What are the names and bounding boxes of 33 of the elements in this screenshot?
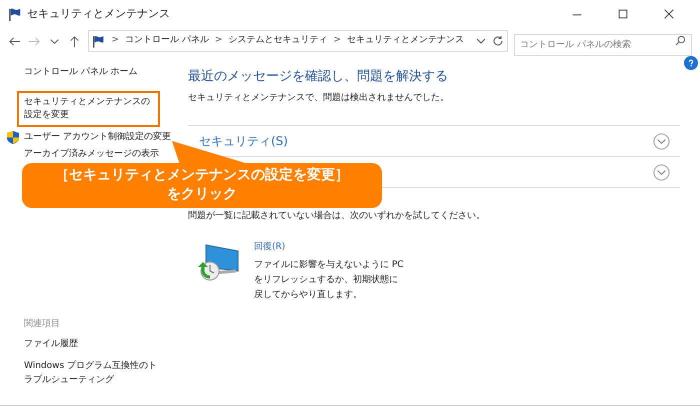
maximize-icon[interactable] [617,8,629,20]
related-link[interactable]: Windows プログラム互換性のトラブルシューティング [24,359,164,387]
breadcrumb-separator: > [214,34,222,48]
window-title: セキュリティとメンテナンス [27,6,170,22]
related-link[interactable]: ファイル履歴 [24,337,164,351]
expand-chevron-icon[interactable] [653,164,670,180]
recovery-link[interactable]: 回復(R) [254,241,286,254]
shield-icon [7,131,19,144]
flag-icon [92,34,106,48]
sidebar-link[interactable]: セキュリティとメンテナンスの設定を変更 [17,91,160,127]
expand-chevron-icon[interactable] [653,132,670,150]
breadcrumb-separator: > [112,34,120,48]
help-icon[interactable] [684,56,698,70]
sidebar-link[interactable]: コントロール パネル ホーム [24,66,138,79]
breadcrumb-separator: > [333,34,342,48]
search-field[interactable]: コントロール パネルの検索 [514,34,692,56]
close-icon[interactable] [663,8,675,20]
refresh-icon[interactable] [492,35,504,47]
section-title[interactable]: セキュリティ(S) [199,132,288,150]
sidebar-link[interactable]: アーカイブ済みメッセージの表示 [24,148,159,161]
breadcrumb[interactable]: コントロール パネル [125,34,209,48]
hint-text: 問題が一覧に記載されていない場合は、次のいずれかを試してください。 [188,210,486,223]
recovery-description: ファイルに影響を与えないように PC をリフレッシュするか、初期状態に戻してからやり直します。 [254,258,404,302]
chevron-down-icon[interactable] [476,36,486,46]
related-heading: 関連項目 [24,318,61,330]
breadcrumb[interactable]: システムとセキュリティ [228,34,328,48]
breadcrumb[interactable]: セキュリティとメンテナンス [347,34,464,48]
sidebar-link[interactable]: ユーザー アカウント制御設定の変更 [24,131,171,144]
address-bar[interactable]: > コントロール パネル > システムとセキュリティ > セキュリティとメンテナンス [88,30,508,52]
page-heading: 最近のメッセージを確認し、問題を解決する [188,68,449,86]
status-text: セキュリティとメンテナンスで、問題は検出されませんでした。 [188,92,450,105]
flag-icon [8,6,23,22]
search-icon [675,35,686,46]
